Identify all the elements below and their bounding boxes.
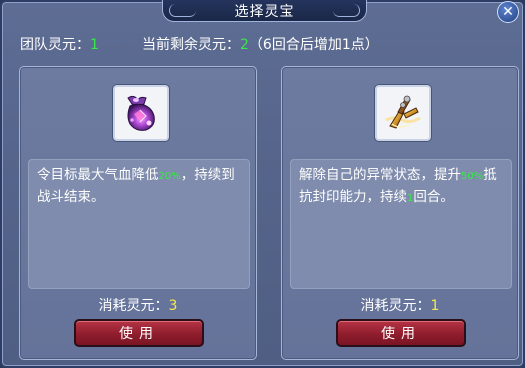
lingbao-card-2: 解除自己的异常状态，提升50%抵抗封印能力，持续1回合。 消耗灵元：1 使用 <box>281 66 519 360</box>
cost-label: 消耗灵元： <box>98 298 169 314</box>
cost-value: 3 <box>168 298 178 314</box>
title-bar: 选择灵宝 <box>162 0 367 22</box>
lingbao-description: 令目标最大气血降低20%，持续到战斗结束。 <box>28 159 250 289</box>
remaining-energy-label: 当前剩余灵元： <box>142 37 240 53</box>
team-energy: 团队灵元：1 <box>20 34 99 54</box>
description-highlight: 50% <box>461 171 484 182</box>
team-energy-value: 1 <box>90 37 99 53</box>
close-icon: ✕ <box>502 4 514 20</box>
use-button[interactable]: 使用 <box>74 319 204 347</box>
use-button[interactable]: 使用 <box>336 319 466 347</box>
cost-label: 消耗灵元： <box>360 298 431 314</box>
remaining-energy: 当前剩余灵元：2（6回合后增加1点） <box>142 34 379 54</box>
description-highlight: 20% <box>158 171 181 182</box>
close-button[interactable]: ✕ <box>497 1 519 23</box>
remaining-energy-note: （6回合后增加1点） <box>248 37 379 53</box>
purple-gem-pouch-icon <box>127 95 155 131</box>
select-lingbao-dialog: 选择灵宝 ✕ 团队灵元：1 当前剩余灵元：2（6回合后增加1点） 令目标最大气血… <box>0 0 525 368</box>
description-text: 解除自己的异常状态，提升 <box>299 167 461 183</box>
lingbao-icon-frame[interactable] <box>113 85 169 141</box>
lingbao-description: 解除自己的异常状态，提升50%抵抗封印能力，持续1回合。 <box>290 159 512 289</box>
description-text: 回合。 <box>413 189 454 205</box>
cost-line: 消耗灵元：1 <box>282 295 518 315</box>
description-text: 令目标最大气血降低 <box>37 167 159 183</box>
dialog-title: 选择灵宝 <box>234 3 295 20</box>
lingbao-card-1: 令目标最大气血降低20%，持续到战斗结束。 消耗灵元：3 使用 <box>19 66 257 360</box>
cost-value: 1 <box>430 298 440 314</box>
lingbao-icon-frame[interactable] <box>375 85 431 141</box>
golden-claw-artifact-icon <box>385 95 421 129</box>
remaining-energy-value: 2 <box>240 37 249 53</box>
team-energy-label: 团队灵元： <box>20 37 90 53</box>
cost-line: 消耗灵元：3 <box>20 295 256 315</box>
